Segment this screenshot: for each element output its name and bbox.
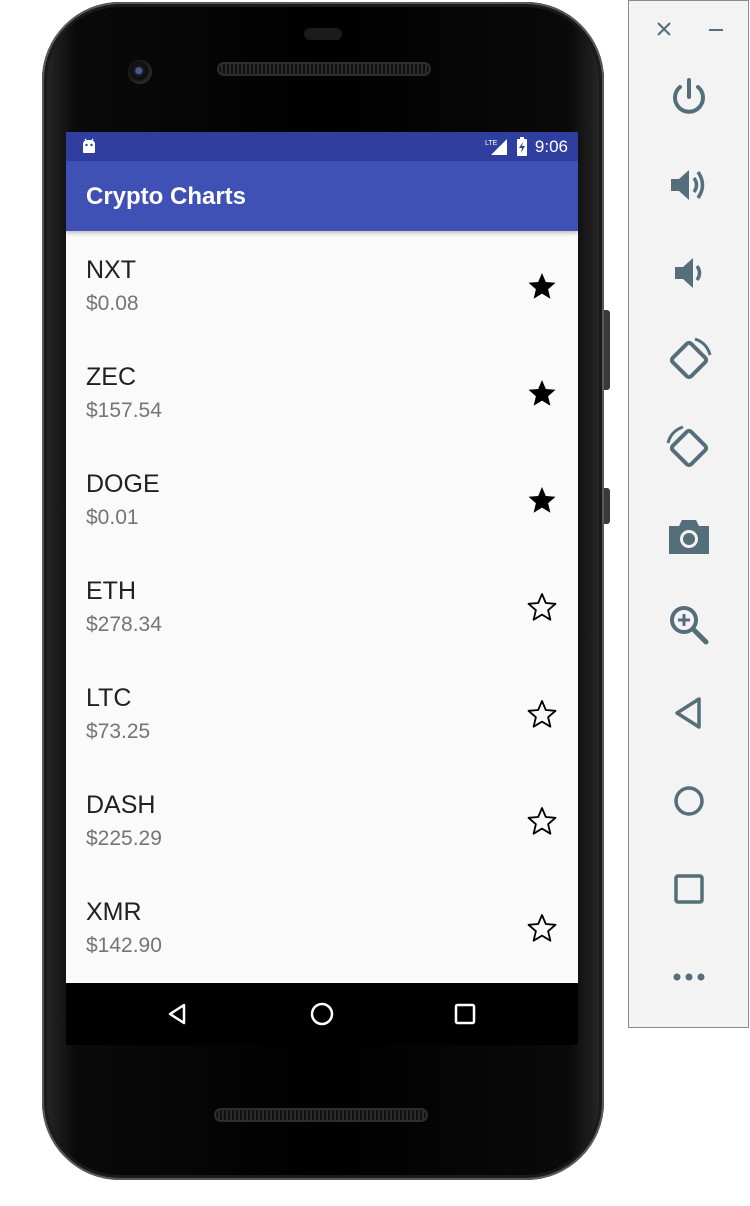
coin-symbol: ZEC: [86, 363, 136, 391]
home-icon[interactable]: [305, 997, 339, 1031]
coin-price: $0.01: [86, 506, 139, 529]
coin-symbol: LTC: [86, 684, 132, 712]
status-bar: LTE 9:06: [66, 132, 578, 161]
coin-row[interactable]: ETH $278.34: [66, 552, 578, 659]
svg-text:LTE: LTE: [485, 140, 498, 147]
coin-symbol: DASH: [86, 791, 156, 819]
power-side-button: [604, 310, 610, 390]
star-filled-icon[interactable]: [526, 377, 558, 409]
coin-symbol: ETH: [86, 577, 136, 605]
coin-price: $225.29: [86, 827, 162, 850]
front-camera: [128, 60, 152, 84]
android-notification-icon: [83, 138, 95, 153]
volume-up-icon[interactable]: [663, 159, 715, 211]
close-icon[interactable]: [652, 17, 676, 41]
coin-list[interactable]: NXT $0.08 ZEC $157.54 DOGE $0.01 ETH $278.34 LTC…: [66, 231, 578, 980]
coin-row[interactable]: NXT $0.08: [66, 231, 578, 338]
coin-price: $0.08: [86, 292, 139, 315]
coin-symbol: DOGE: [86, 470, 160, 498]
emulator-panel: [628, 0, 749, 1028]
coin-price: $278.34: [86, 613, 162, 636]
app-toolbar: Crypto Charts: [66, 161, 578, 231]
coin-price: $157.54: [86, 399, 162, 422]
coin-row[interactable]: ZEC $157.54: [66, 338, 578, 445]
star-outline-icon[interactable]: [526, 805, 558, 837]
camera-icon[interactable]: [663, 511, 715, 563]
top-slot: [304, 28, 342, 40]
overview-icon[interactable]: [663, 863, 715, 915]
power-icon[interactable]: [663, 71, 715, 123]
battery-charging-icon: [516, 136, 527, 156]
minimize-icon[interactable]: [704, 17, 728, 41]
rotate-left-icon[interactable]: [663, 335, 715, 387]
coin-price: $142.90: [86, 934, 162, 957]
coin-row[interactable]: DOGE $0.01: [66, 445, 578, 552]
bottom-speaker: [214, 1108, 428, 1122]
coin-row[interactable]: XMR $142.90: [66, 873, 578, 980]
more-icon[interactable]: [663, 951, 715, 1003]
zoom-icon[interactable]: [663, 599, 715, 651]
star-outline-icon[interactable]: [526, 912, 558, 944]
star-filled-icon[interactable]: [526, 484, 558, 516]
back-icon[interactable]: [161, 997, 195, 1031]
coin-row[interactable]: DASH $225.29: [66, 766, 578, 873]
phone-screen: LTE 9:06 Crypto Charts NXT $0.08 ZEC $157.5…: [66, 132, 578, 983]
coin-row[interactable]: LTC $73.25: [66, 659, 578, 766]
recents-icon[interactable]: [448, 997, 482, 1031]
rotate-right-icon[interactable]: [663, 423, 715, 475]
status-time: 9:06: [534, 136, 568, 156]
app-title: Crypto Charts: [86, 183, 247, 210]
nav-bar: [66, 983, 578, 1045]
volume-down-icon[interactable]: [663, 247, 715, 299]
earpiece-speaker: [217, 62, 431, 76]
coin-symbol: NXT: [86, 256, 136, 284]
volume-side-button: [604, 488, 610, 524]
home-icon[interactable]: [663, 775, 715, 827]
coin-symbol: XMR: [86, 898, 142, 926]
coin-price: $73.25: [86, 720, 151, 743]
back-icon[interactable]: [663, 687, 715, 739]
lte-signal-icon: LTE: [485, 138, 507, 155]
star-outline-icon[interactable]: [526, 591, 558, 623]
star-filled-icon[interactable]: [526, 270, 558, 302]
star-outline-icon[interactable]: [526, 698, 558, 730]
